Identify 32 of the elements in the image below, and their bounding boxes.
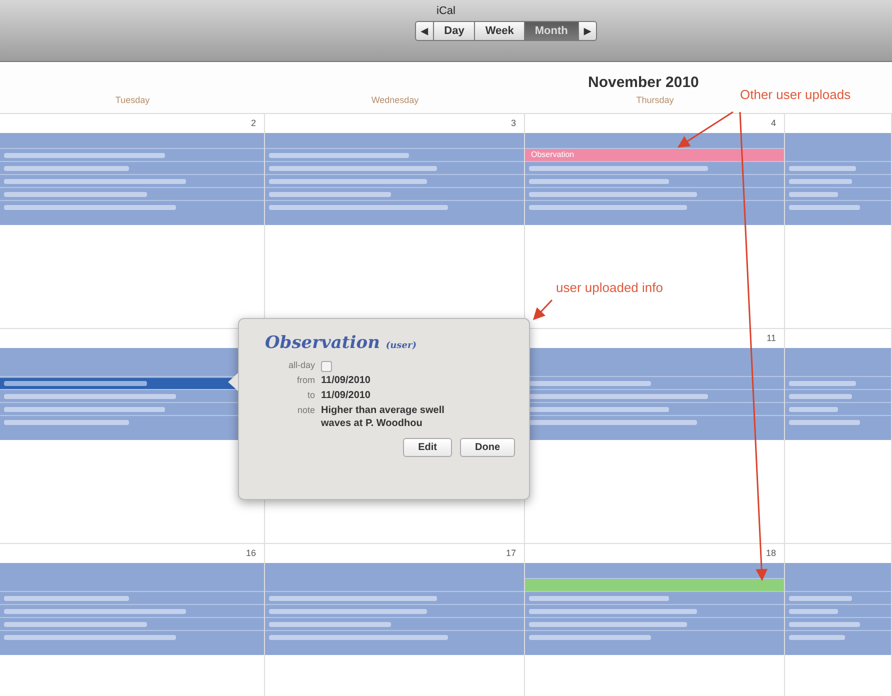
month-title: November 2010	[588, 74, 699, 91]
annotation-label: user uploaded info	[556, 280, 663, 295]
annotation-arrow	[532, 299, 553, 320]
day-number: 17	[506, 548, 516, 558]
field-label: note	[296, 404, 315, 417]
popover-button[interactable]: Done	[460, 438, 515, 457]
annotation-arrow	[677, 111, 734, 148]
field-value: 11/09/2010	[321, 374, 372, 387]
event-title: Observation (user)	[265, 333, 418, 353]
field-label: to	[306, 389, 315, 402]
day-number: 4	[770, 118, 776, 128]
field-label: all-day	[287, 359, 315, 372]
popover-button[interactable]: Edit	[403, 438, 452, 457]
view-tab[interactable]: Week	[475, 21, 525, 41]
day-number: 3	[510, 118, 516, 128]
weekday-label: Tuesday	[115, 95, 150, 105]
weekday-label: Wednesday	[371, 95, 419, 105]
view-tab[interactable]: Month	[524, 21, 579, 41]
all-day-checkbox[interactable]	[321, 361, 332, 372]
day-number: 18	[766, 548, 776, 558]
view-tab[interactable]: Day	[434, 21, 476, 41]
day-number: 16	[246, 548, 256, 558]
field-value: Higher than average swell waves at P. Woodhou	[321, 404, 446, 430]
annotation-label: Other user uploads	[740, 87, 851, 102]
window-title: iCal	[436, 5, 456, 17]
day-number: 11	[766, 333, 776, 343]
weekday-label: Thursday	[636, 95, 674, 105]
field-value: 11/09/2010	[321, 389, 372, 402]
previous-button[interactable]: ◀	[415, 21, 434, 41]
field-label: from	[296, 374, 315, 387]
next-button[interactable]: ▶	[578, 21, 597, 41]
day-number: 2	[250, 118, 256, 128]
